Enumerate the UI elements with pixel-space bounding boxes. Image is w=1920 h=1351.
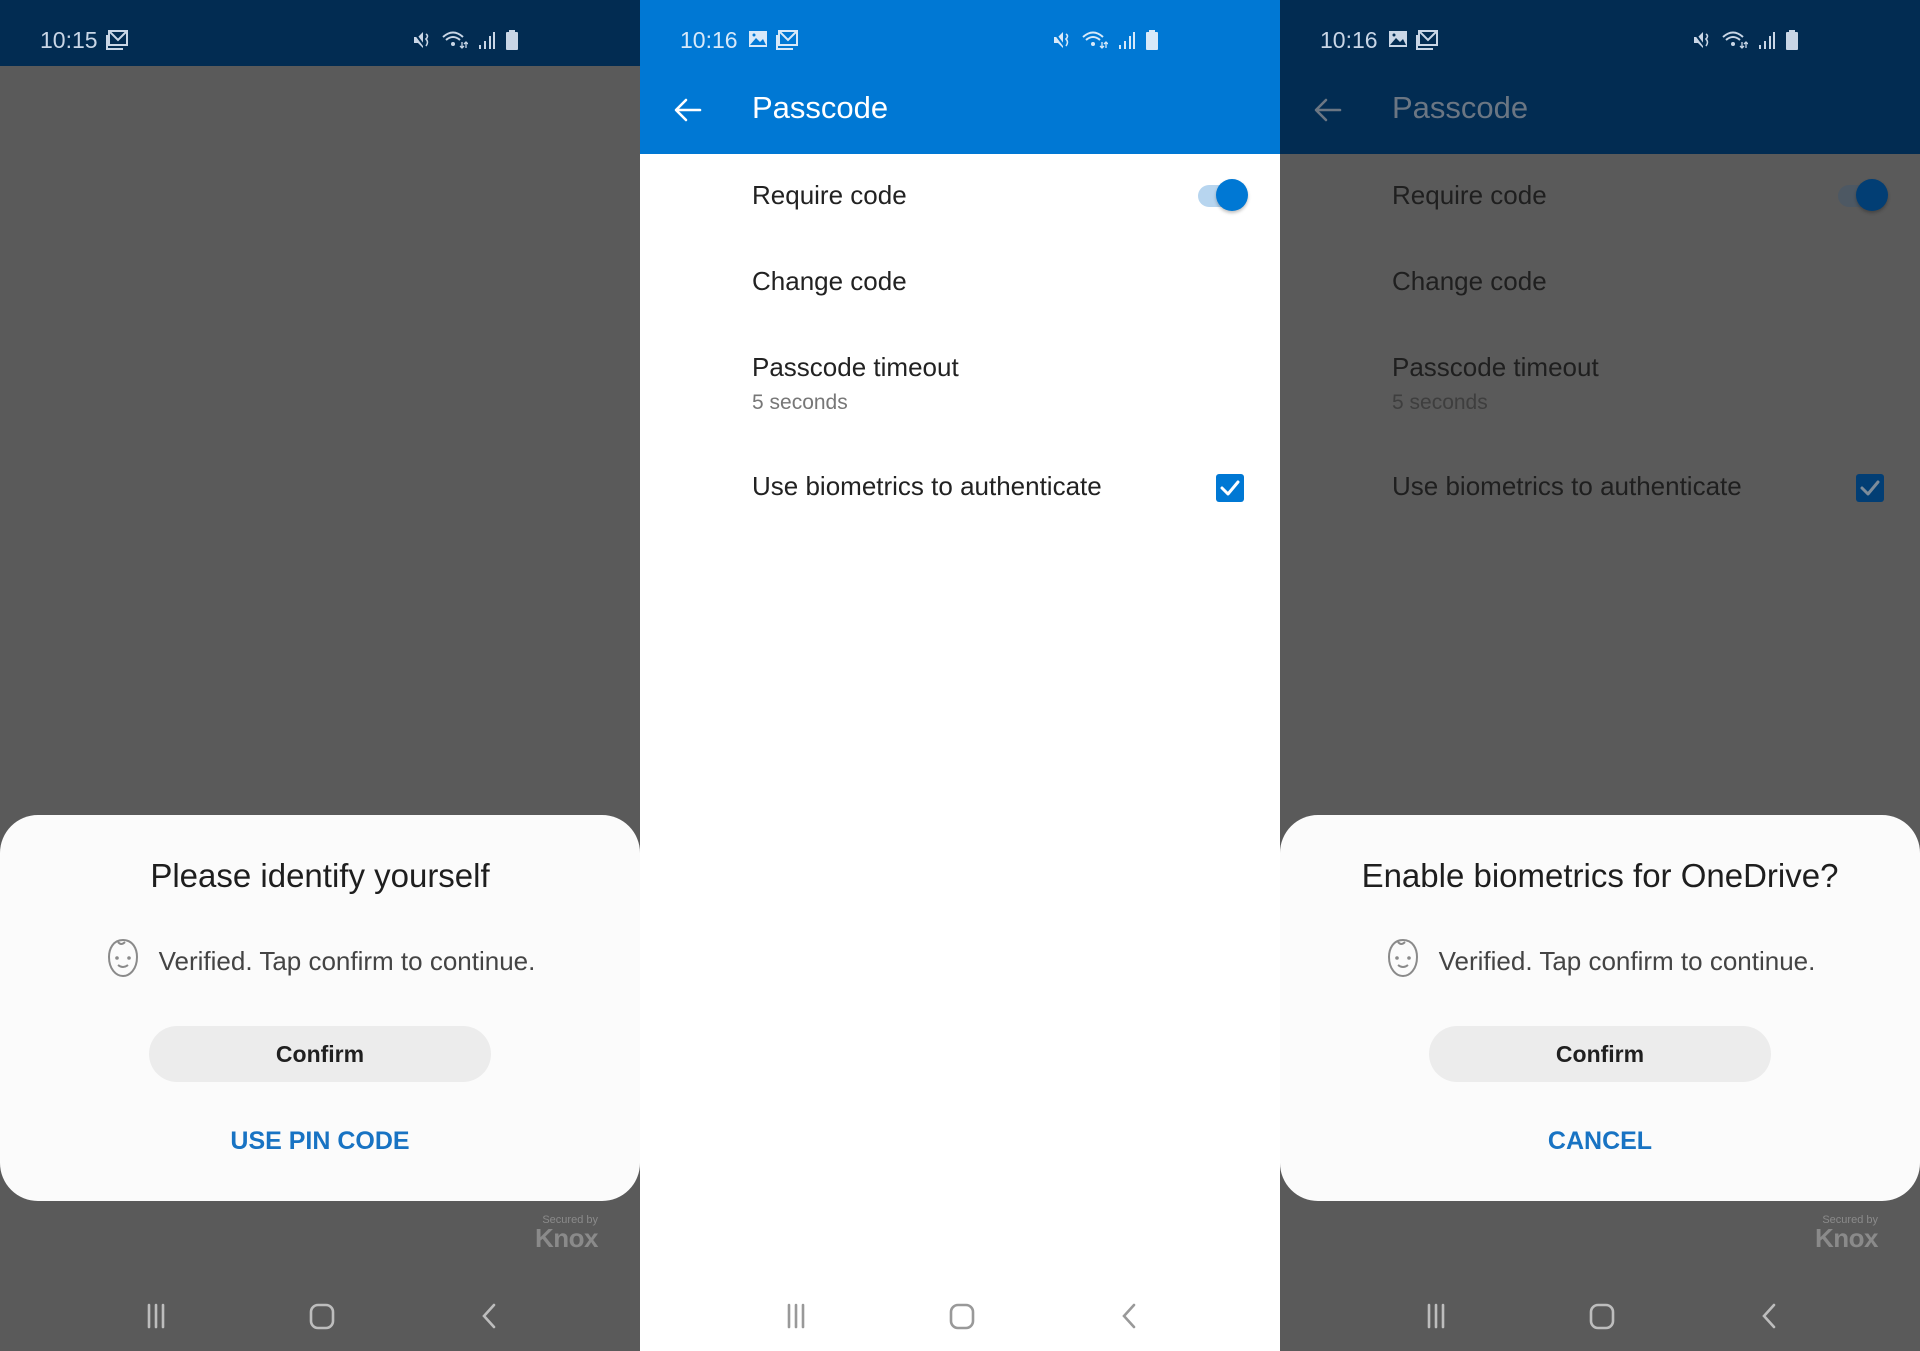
setting-label: Change code: [1392, 266, 1547, 296]
face-recognition-icon: [105, 937, 141, 986]
mail-icon: [776, 30, 798, 55]
knox-logo: Knox: [535, 1223, 599, 1253]
status-time: 10:16: [1320, 27, 1378, 53]
setting-label: Passcode timeout: [1392, 352, 1599, 382]
biometrics-checkbox: [1856, 474, 1884, 502]
screen-passcode-settings: 10:16 Passcode Require code Change code …: [640, 0, 1280, 1351]
back-icon[interactable]: [1110, 1296, 1150, 1336]
confirm-button[interactable]: Confirm: [149, 1026, 491, 1082]
setting-change-code[interactable]: Change code: [752, 266, 1252, 297]
mute-icon: [1052, 30, 1072, 55]
require-code-toggle: [1838, 175, 1890, 215]
dialog-title: Enable biometrics for OneDrive?: [1361, 857, 1839, 894]
setting-label: Use biometrics to authenticate: [752, 471, 1102, 501]
mute-icon: [412, 30, 432, 55]
battery-icon: [1146, 30, 1158, 55]
signal-icon: [1118, 30, 1136, 55]
recents-icon[interactable]: [776, 1296, 816, 1336]
status-bar: 10:16: [640, 0, 1280, 66]
check-icon: [1220, 480, 1240, 496]
page-title: Passcode: [752, 90, 889, 125]
toggle-thumb: [1856, 179, 1888, 211]
setting-sublabel: 5 seconds: [1392, 391, 1488, 414]
face-recognition-icon: [1385, 937, 1421, 986]
setting-label: Use biometrics to authenticate: [1392, 471, 1742, 501]
setting-require-code: Require code: [1392, 180, 1892, 211]
setting-passcode-timeout[interactable]: Passcode timeout 5 seconds: [752, 352, 1252, 415]
status-time: 10:16: [680, 27, 738, 53]
battery-icon: [506, 30, 518, 55]
mail-icon: [106, 30, 128, 55]
recents-icon[interactable]: [1416, 1296, 1456, 1336]
setting-label: Passcode timeout: [752, 352, 959, 382]
setting-label: Change code: [752, 266, 907, 296]
setting-label: Require code: [752, 180, 907, 210]
wifi-icon: [1082, 30, 1109, 55]
back-icon[interactable]: [470, 1296, 510, 1336]
setting-label: Require code: [1392, 180, 1547, 210]
screen-identify: 10:15 Please identify yourself Verified.…: [0, 0, 640, 1351]
require-code-toggle[interactable]: [1198, 175, 1250, 215]
setting-use-biometrics[interactable]: Use biometrics to authenticate: [752, 471, 1252, 502]
knox-badge: Secured by Knox: [1815, 1214, 1879, 1253]
recents-icon[interactable]: [136, 1296, 176, 1336]
navigation-bar: [0, 1290, 640, 1340]
status-bar: 10:16: [1280, 0, 1920, 66]
setting-use-biometrics: Use biometrics to authenticate: [1392, 471, 1892, 502]
back-icon[interactable]: [1750, 1296, 1790, 1336]
app-bar: Passcode: [640, 66, 1280, 154]
setting-require-code[interactable]: Require code: [752, 180, 1252, 211]
signal-icon: [1758, 30, 1776, 55]
status-time: 10:15: [40, 27, 98, 53]
signal-icon: [478, 30, 496, 55]
confirm-button[interactable]: Confirm: [1429, 1026, 1771, 1082]
arrow-back-icon[interactable]: [670, 92, 706, 128]
battery-icon: [1786, 30, 1798, 55]
cancel-button[interactable]: CANCEL: [1280, 1127, 1920, 1156]
home-icon[interactable]: [942, 1296, 982, 1336]
status-bar: 10:15: [0, 0, 640, 66]
knox-badge: Secured by Knox: [535, 1214, 599, 1253]
use-pin-code-button[interactable]: USE PIN CODE: [0, 1127, 640, 1156]
mute-icon: [1692, 30, 1712, 55]
screen-enable-biometrics: 10:16 Passcode Require code Change code …: [1280, 0, 1920, 1351]
page-title: Passcode: [1392, 90, 1529, 125]
gallery-icon: [1388, 30, 1408, 55]
biometric-dialog: Please identify yourself Verified. Tap c…: [0, 815, 640, 1201]
navigation-bar: [640, 1290, 1280, 1340]
mail-icon: [1416, 30, 1438, 55]
setting-passcode-timeout: Passcode timeout 5 seconds: [1392, 352, 1892, 415]
arrow-back-icon: [1310, 92, 1346, 128]
navigation-bar: [1280, 1290, 1920, 1340]
dialog-message: Verified. Tap confirm to continue.: [1438, 946, 1816, 976]
biometrics-checkbox[interactable]: [1216, 474, 1244, 502]
wifi-icon: [442, 30, 469, 55]
toggle-thumb: [1216, 179, 1248, 211]
dialog-title: Please identify yourself: [150, 857, 490, 894]
gallery-icon: [748, 30, 768, 55]
setting-sublabel: 5 seconds: [752, 391, 848, 414]
home-icon[interactable]: [1582, 1296, 1622, 1336]
dialog-message: Verified. Tap confirm to continue.: [158, 946, 536, 976]
home-icon[interactable]: [302, 1296, 342, 1336]
app-bar: Passcode: [1280, 66, 1920, 154]
knox-logo: Knox: [1815, 1223, 1879, 1253]
setting-change-code: Change code: [1392, 266, 1892, 297]
enable-biometrics-dialog: Enable biometrics for OneDrive? Verified…: [1280, 815, 1920, 1201]
check-icon: [1860, 480, 1880, 496]
wifi-icon: [1722, 30, 1749, 55]
